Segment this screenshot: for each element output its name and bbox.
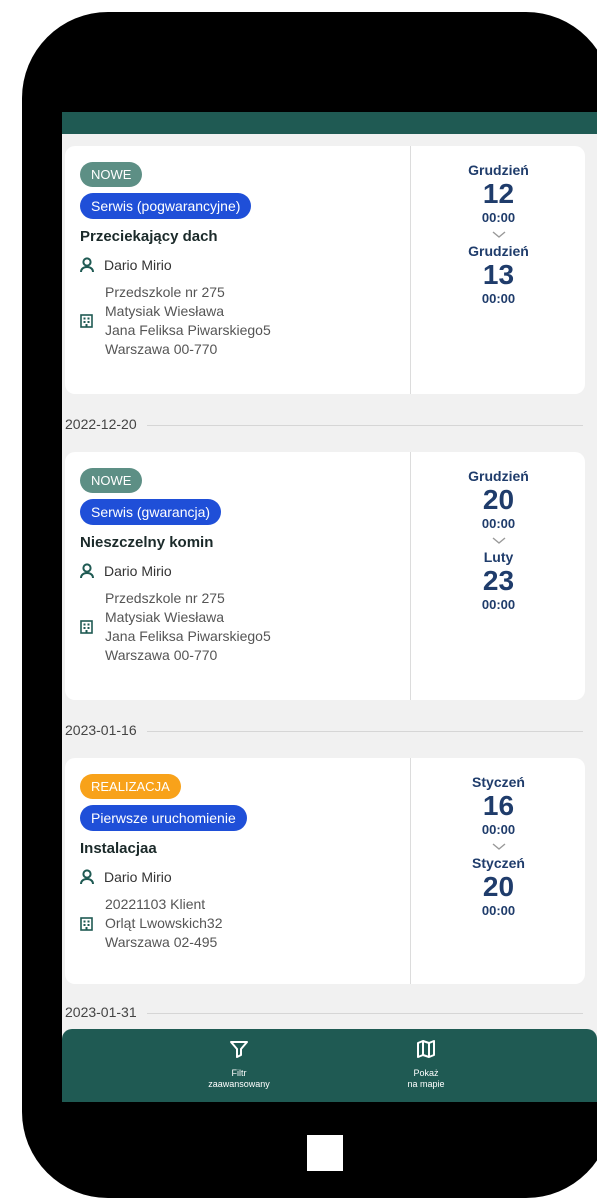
- address-line: Przedszkole nr 275: [105, 284, 225, 300]
- end-month: Styczeń: [472, 855, 525, 871]
- start-time: 00:00: [481, 516, 516, 531]
- address-line: Warszawa 00-770: [105, 647, 218, 663]
- order-details: NOWE Serwis (gwarancja) Nieszczelny komi…: [80, 468, 400, 665]
- status-badge: NOWE: [80, 468, 143, 493]
- assignee: Dario Mirio: [80, 869, 400, 885]
- end-time: 00:00: [481, 597, 516, 612]
- order-card[interactable]: NOWE Serwis (pogwarancyjne) Przeciekając…: [65, 146, 585, 394]
- order-title: Instalacjaa: [80, 840, 157, 857]
- building-icon: [80, 620, 93, 634]
- start-month: Grudzień: [468, 162, 529, 178]
- app-screen: NOWE Serwis (pogwarancyjne) Przeciekając…: [62, 112, 597, 1102]
- address-line: Przedszkole nr 275: [105, 590, 225, 606]
- person-icon: [80, 869, 94, 885]
- address-line: Warszawa 02-495: [105, 934, 218, 950]
- end-month: Grudzień: [468, 243, 529, 259]
- address-line: Jana Feliksa Piwarskiego5: [105, 322, 271, 338]
- top-app-bar: [62, 112, 597, 134]
- show-on-map-button[interactable]: Pokaż na mapie: [366, 1039, 486, 1090]
- end-time: 00:00: [481, 903, 516, 918]
- date-separator: 2023-01-16: [62, 720, 597, 740]
- address-line: Jana Feliksa Piwarskiego5: [105, 628, 271, 644]
- date-range: Styczeń 16 00:00 Styczeń 20 00:00: [410, 758, 586, 984]
- assignee-name: Dario Mirio: [104, 257, 172, 273]
- address-line: Matysiak Wiesława: [105, 609, 225, 625]
- chevron-down-icon: [492, 537, 505, 544]
- start-time: 00:00: [481, 210, 516, 225]
- date-separator: 2023-01-31: [62, 1002, 597, 1022]
- date-range: Grudzień 12 00:00 Grudzień 13 00:00: [410, 146, 586, 394]
- address-block: Przedszkole nr 275 Matysiak Wiesława Jan…: [80, 283, 400, 359]
- end-time: 00:00: [481, 291, 516, 306]
- order-card[interactable]: REALIZACJA Pierwsze uruchomienie Instala…: [65, 758, 585, 984]
- map-label: Pokaż: [413, 1068, 439, 1078]
- assignee: Dario Mirio: [80, 257, 400, 273]
- separator-date: 2022-12-20: [65, 416, 147, 432]
- end-day: 23: [482, 565, 515, 596]
- address-block: Przedszkole nr 275 Matysiak Wiesława Jan…: [80, 589, 400, 665]
- home-button[interactable]: [307, 1135, 343, 1171]
- start-day: 20: [482, 484, 515, 515]
- filter-label-2: zaawansowany: [208, 1079, 270, 1089]
- bottom-nav-bar: Filtr zaawansowany Pokaż na mapie: [62, 1029, 597, 1102]
- date-separator: 2022-12-20: [62, 414, 597, 434]
- address-line: 20221103 Klient: [105, 896, 206, 912]
- start-month: Grudzień: [468, 468, 529, 484]
- chevron-down-icon: [492, 231, 505, 238]
- type-badge: Serwis (pogwarancyjne): [80, 193, 252, 219]
- status-badge: NOWE: [80, 162, 143, 187]
- address-line: Warszawa 00-770: [105, 341, 218, 357]
- status-badge: REALIZACJA: [80, 774, 181, 799]
- start-day: 12: [482, 178, 515, 209]
- address-line: Matysiak Wiesława: [105, 303, 225, 319]
- assignee: Dario Mirio: [80, 563, 400, 579]
- person-icon: [80, 257, 94, 273]
- start-day: 16: [482, 790, 515, 821]
- assignee-name: Dario Mirio: [104, 563, 172, 579]
- person-icon: [80, 563, 94, 579]
- date-range: Grudzień 20 00:00 Luty 23 00:00: [410, 452, 586, 700]
- separator-date: 2023-01-31: [65, 1004, 147, 1020]
- chevron-down-icon: [492, 843, 505, 850]
- map-label-2: na mapie: [407, 1079, 445, 1089]
- advanced-filter-button[interactable]: Filtr zaawansowany: [179, 1039, 299, 1090]
- order-details: NOWE Serwis (pogwarancyjne) Przeciekając…: [80, 162, 400, 359]
- filter-label: Filtr: [231, 1068, 247, 1078]
- filter-icon: [230, 1041, 248, 1058]
- type-badge: Pierwsze uruchomienie: [80, 805, 247, 831]
- building-icon: [80, 916, 93, 931]
- end-day: 20: [482, 871, 515, 902]
- separator-date: 2023-01-16: [65, 722, 147, 738]
- order-title: Nieszczelny komin: [80, 534, 214, 551]
- end-month: Luty: [483, 549, 514, 565]
- address-block: 20221103 Klient Orląt Lwowskich32 Warsza…: [80, 895, 400, 952]
- building-icon: [80, 314, 93, 328]
- start-month: Styczeń: [472, 774, 525, 790]
- order-card[interactable]: NOWE Serwis (gwarancja) Nieszczelny komi…: [65, 452, 585, 700]
- type-badge: Serwis (gwarancja): [80, 499, 222, 525]
- assignee-name: Dario Mirio: [104, 869, 172, 885]
- order-title: Przeciekający dach: [80, 228, 218, 245]
- map-icon: [417, 1040, 435, 1058]
- start-time: 00:00: [481, 822, 516, 837]
- order-details: REALIZACJA Pierwsze uruchomienie Instala…: [80, 774, 400, 952]
- end-day: 13: [482, 259, 515, 290]
- address-line: Orląt Lwowskich32: [105, 915, 223, 931]
